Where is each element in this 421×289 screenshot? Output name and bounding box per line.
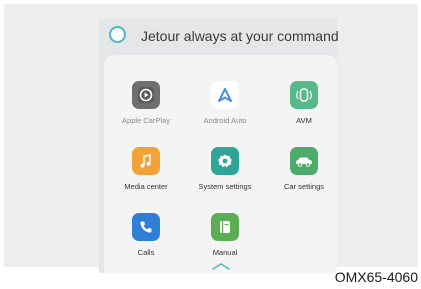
app-label: Apple CarPlay (122, 116, 170, 125)
app-label: Car settings (283, 182, 325, 191)
launcher-panel: Jetour always at your command Apple CarP… (99, 18, 339, 273)
voice-assistant-ring-icon[interactable] (109, 26, 126, 43)
app-label: Media center (124, 182, 168, 191)
phone-icon (132, 213, 160, 241)
chevron-up-icon[interactable] (211, 258, 231, 276)
app-label: System settings (198, 182, 252, 191)
app-label: Calls (137, 248, 155, 257)
carplay-icon (132, 81, 160, 109)
app-label: Manual (212, 248, 238, 257)
app-apple-carplay[interactable]: Apple CarPlay (108, 77, 184, 137)
gear-icon (211, 147, 239, 175)
app-android-auto[interactable]: Android Auto (187, 77, 263, 137)
app-media-center[interactable]: Media center (108, 143, 184, 203)
assistant-prompt-text: Jetour always at your command (141, 28, 339, 44)
car-icon (290, 147, 318, 175)
music-note-icon (132, 147, 160, 175)
app-grid: Apple CarPlay Android Auto AVM Media cen… (104, 55, 337, 273)
android-auto-icon (211, 81, 239, 109)
app-calls[interactable]: Calls (108, 209, 184, 269)
app-label: AVM (296, 116, 312, 125)
app-avm[interactable]: AVM (266, 77, 342, 137)
figure-code: OMX65-4060 (334, 269, 418, 285)
avm-camera-icon (290, 81, 318, 109)
voice-assistant-bar[interactable]: Jetour always at your command (99, 18, 339, 53)
book-icon (211, 213, 239, 241)
app-system-settings[interactable]: System settings (187, 143, 263, 203)
app-label: Android Auto (203, 116, 247, 125)
app-car-settings[interactable]: Car settings (266, 143, 342, 203)
screenshot-frame: Jetour always at your command Apple CarP… (4, 4, 418, 273)
